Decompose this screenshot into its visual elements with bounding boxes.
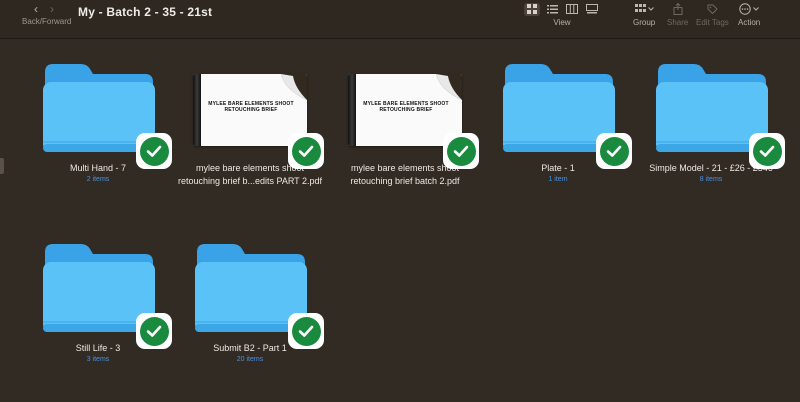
- window-title: My - Batch 2 - 35 - 21st: [78, 5, 213, 19]
- action-label: Action: [738, 18, 761, 27]
- group-label: Group: [633, 18, 656, 27]
- item-count: 20 items: [236, 356, 264, 363]
- folder-item-submit-b2[interactable]: Submit B2 - Part 1 20 items: [175, 238, 325, 363]
- share-icon: [673, 3, 683, 15]
- back-arrow-icon[interactable]: ‹: [34, 2, 38, 16]
- page-curl-icon: [436, 74, 462, 100]
- back-forward-control: ‹ › Back/Forward: [22, 2, 71, 26]
- item-name: Plate - 1: [541, 163, 575, 173]
- column-view-icon[interactable]: [564, 3, 580, 16]
- item-name: mylee bare elements shoot: [195, 163, 305, 173]
- checkmark-badge-icon: [136, 313, 172, 349]
- folder-item-plate[interactable]: Plate - 1 1 item: [483, 58, 633, 183]
- share-control[interactable]: Share: [667, 2, 688, 27]
- sidebar-resize-handle[interactable]: [0, 158, 4, 174]
- tag-icon: [707, 4, 718, 14]
- checkmark-badge-icon: [596, 133, 632, 169]
- view-group: View: [524, 2, 600, 27]
- checkmark-badge-icon: [443, 133, 479, 169]
- chevron-down-icon: [647, 7, 654, 11]
- item-count: 8 items: [699, 176, 723, 183]
- icon-view-icon[interactable]: [524, 2, 540, 16]
- action-control[interactable]: Action: [738, 2, 760, 27]
- item-count: 2 items: [86, 176, 110, 183]
- list-view-icon[interactable]: [544, 3, 560, 16]
- item-name: Still Life - 3: [75, 343, 121, 353]
- view-label: View: [553, 18, 571, 27]
- item-name: mylee bare elements shoot: [350, 163, 460, 173]
- group-icon: [634, 4, 646, 12]
- share-label: Share: [667, 18, 689, 27]
- back-forward-label: Back/Forward: [22, 17, 72, 26]
- item-count: 3 items: [86, 356, 110, 363]
- checkmark-badge-icon: [288, 313, 324, 349]
- edit-tags-control[interactable]: Edit Tags: [696, 2, 729, 27]
- folder-item-multi-hand[interactable]: Multi Hand - 7 2 items: [23, 58, 173, 183]
- folder-item-still-life[interactable]: Still Life - 3 3 items: [23, 238, 173, 363]
- item-name: Submit B2 - Part 1: [213, 343, 287, 353]
- more-icon: [739, 3, 751, 15]
- pdf-item-batch-2[interactable]: MYLEE BARE ELEMENTS SHOOT RETOUCHING BRI…: [330, 68, 480, 188]
- checkmark-badge-icon: [749, 133, 785, 169]
- forward-arrow-icon[interactable]: ›: [50, 2, 54, 16]
- item-name-line2: retouching brief batch 2.pdf: [350, 176, 460, 186]
- pdf-thumbnail-text-line2: RETOUCHING BRIEF: [379, 107, 433, 113]
- toolbar: ‹ › Back/Forward My - Batch 2 - 35 - 21s…: [0, 0, 800, 39]
- item-name: Multi Hand - 7: [69, 163, 127, 173]
- group-control[interactable]: Group: [633, 2, 655, 27]
- gallery-view-icon[interactable]: [584, 3, 600, 16]
- item-count: 1 item: [548, 176, 568, 183]
- checkmark-badge-icon: [288, 133, 324, 169]
- folder-item-simple-model[interactable]: Simple Model - 21 - £26 - £546 8 items: [636, 58, 786, 183]
- edit-tags-label: Edit Tags: [696, 18, 729, 27]
- chevron-down-icon: [753, 7, 759, 11]
- pdf-thumbnail-text-line2: RETOUCHING BRIEF: [224, 107, 278, 113]
- page-curl-icon: [281, 74, 307, 100]
- pdf-item-part-2[interactable]: MYLEE BARE ELEMENTS SHOOT RETOUCHING BRI…: [175, 68, 325, 188]
- checkmark-badge-icon: [136, 133, 172, 169]
- item-name-line2: retouching brief b...edits PART 2.pdf: [177, 176, 323, 186]
